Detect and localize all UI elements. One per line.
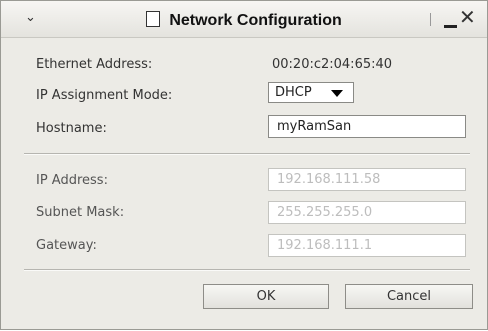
subnet-mask-label: Subnet Mask:	[36, 205, 125, 220]
cancel-button[interactable]: Cancel	[345, 284, 473, 309]
hostname-field[interactable]: myRamSan	[268, 115, 466, 138]
dialog-content: Ethernet Address: 00:20:c2:04:65:40 IP A…	[20, 38, 474, 331]
network-configuration-dialog: ⌄ Network Configuration ✕ Ethernet Addre…	[0, 0, 488, 330]
ethernet-address-label: Ethernet Address:	[36, 57, 153, 72]
ip-address-field[interactable]: 192.168.111.58	[268, 168, 466, 191]
titlebar-separator	[430, 13, 431, 26]
title-group: Network Configuration	[146, 10, 342, 30]
hostname-label: Hostname:	[36, 121, 107, 136]
document-icon	[146, 11, 161, 27]
buttons-divider	[24, 269, 470, 271]
window-title: Network Configuration	[169, 12, 342, 29]
gateway-field[interactable]: 192.168.111.1	[268, 234, 466, 257]
subnet-mask-field[interactable]: 255.255.255.0	[268, 201, 466, 224]
ok-button[interactable]: OK	[203, 284, 329, 309]
title-container: Network Configuration	[1, 1, 487, 37]
minimize-icon[interactable]	[444, 14, 457, 28]
gateway-label: Gateway:	[36, 238, 97, 253]
ip-assignment-mode-select[interactable]: DHCP	[268, 82, 354, 103]
dropdown-arrow-icon	[331, 90, 343, 97]
title-bar[interactable]: ⌄ Network Configuration ✕	[1, 1, 487, 38]
ip-address-label: IP Address:	[36, 173, 108, 188]
close-icon[interactable]: ✕	[459, 7, 476, 27]
ethernet-address-value: 00:20:c2:04:65:40	[272, 57, 393, 72]
ip-assignment-mode-label: IP Assignment Mode:	[36, 88, 173, 103]
section-divider	[24, 153, 470, 155]
ip-assignment-mode-value: DHCP	[275, 85, 312, 100]
